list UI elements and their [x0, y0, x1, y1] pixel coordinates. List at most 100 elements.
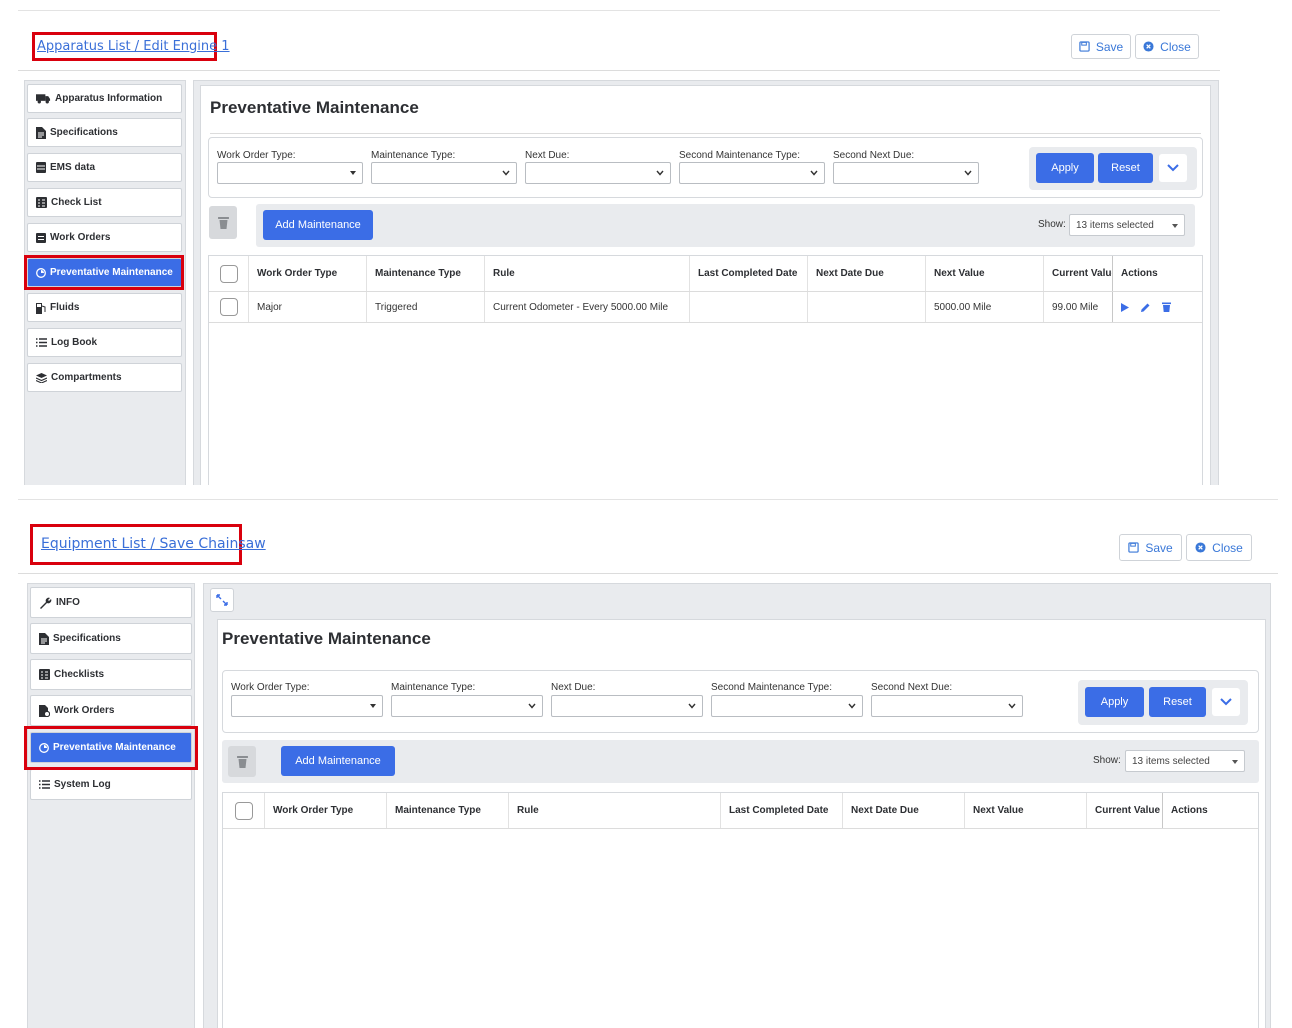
- select-all-checkbox[interactable]: [234, 801, 253, 820]
- sidebar-item-checklists[interactable]: Checklists: [30, 659, 192, 690]
- add-maintenance-button[interactable]: Add Maintenance: [281, 746, 395, 776]
- work-order-type-select[interactable]: [231, 695, 383, 717]
- truck-icon: [36, 94, 51, 104]
- breadcrumb-highlight: Apparatus List / Edit Engine 1: [32, 32, 230, 61]
- column-header[interactable]: Current Value: [1044, 256, 1113, 291]
- add-maintenance-button[interactable]: Add Maintenance: [263, 210, 373, 240]
- column-header[interactable]: Current Value: [1087, 793, 1163, 828]
- cell-last-completed: [690, 292, 808, 322]
- breadcrumb[interactable]: Apparatus List / Edit Engine 1: [35, 35, 230, 58]
- column-header[interactable]: Rule: [509, 793, 721, 828]
- page-title: Preventative Maintenance: [210, 98, 419, 117]
- second-next-due-select[interactable]: [833, 162, 979, 184]
- sidebar-item-log-book[interactable]: Log Book: [27, 328, 182, 357]
- chevron-down-icon: [848, 703, 856, 709]
- maintenance-table: Work Order Type Maintenance Type Rule La…: [208, 255, 1203, 485]
- work-order-type-label: Work Order Type:: [217, 150, 296, 161]
- next-due-select[interactable]: [525, 162, 671, 184]
- column-header[interactable]: Next Date Due: [843, 793, 965, 828]
- column-header[interactable]: Next Value: [926, 256, 1044, 291]
- second-next-due-label: Second Next Due:: [833, 150, 915, 161]
- column-header[interactable]: Work Order Type: [265, 793, 387, 828]
- sidebar-item-label: Checklists: [54, 669, 105, 680]
- delete-button[interactable]: [228, 746, 256, 777]
- chevron-down-icon: [1167, 164, 1179, 172]
- expand-filters-button[interactable]: [1212, 688, 1240, 716]
- maintenance-type-select[interactable]: [371, 162, 517, 184]
- list-icon: [36, 338, 47, 347]
- maintenance-type-select[interactable]: [391, 695, 543, 717]
- sidebar-item-info[interactable]: INFO: [30, 587, 192, 618]
- maintenance-card: Preventative Maintenance Work Order Type…: [217, 619, 1266, 1028]
- reset-button[interactable]: Reset: [1098, 153, 1153, 183]
- select-all-checkbox[interactable]: [219, 264, 238, 283]
- reset-button[interactable]: Reset: [1149, 687, 1206, 717]
- main-content: Preventative Maintenance Work Order Type…: [193, 80, 1219, 485]
- sidebar-item-compartments[interactable]: Compartments: [27, 363, 182, 392]
- trash-icon[interactable]: [1162, 302, 1171, 312]
- column-header[interactable]: Last Completed Date: [690, 256, 808, 291]
- close-button[interactable]: Close: [1135, 34, 1199, 59]
- next-due-label: Next Due:: [551, 682, 596, 693]
- show-items-select[interactable]: 13 items selected: [1125, 750, 1245, 772]
- second-next-due-select[interactable]: [871, 695, 1023, 717]
- next-due-select[interactable]: [551, 695, 703, 717]
- layers-icon: [36, 372, 47, 383]
- apply-button[interactable]: Apply: [1085, 687, 1144, 717]
- row-checkbox[interactable]: [219, 298, 238, 316]
- column-header[interactable]: Maintenance Type: [387, 793, 509, 828]
- second-maintenance-type-label: Second Maintenance Type:: [679, 150, 801, 161]
- sidebar-item-label: Specifications: [53, 633, 121, 644]
- chevron-down-icon: [964, 170, 972, 176]
- column-header[interactable]: Next Date Due: [808, 256, 926, 291]
- second-maintenance-type-select[interactable]: [711, 695, 863, 717]
- cell-rule: Current Odometer - Every 5000.00 Mile: [485, 292, 690, 322]
- chevron-down-icon: [688, 703, 696, 709]
- apply-button[interactable]: Apply: [1036, 153, 1094, 183]
- sidebar-item-work-orders[interactable]: Work Orders: [30, 695, 192, 726]
- second-maintenance-type-select[interactable]: [679, 162, 825, 184]
- table-header: Work Order Type Maintenance Type Rule La…: [209, 256, 1202, 292]
- chevron-down-icon: [528, 703, 536, 709]
- sidebar-item-label: Work Orders: [50, 232, 111, 243]
- sidebar: INFO Specifications Checklists Work Orde…: [27, 583, 195, 1028]
- pencil-icon[interactable]: [1141, 303, 1150, 312]
- sidebar-item-label: Log Book: [51, 337, 98, 348]
- sidebar-item-specifications[interactable]: Specifications: [27, 118, 182, 147]
- expand-filters-button[interactable]: [1159, 154, 1187, 182]
- page-header: Apparatus List / Edit Engine 1 Save Clos…: [18, 11, 1220, 71]
- sidebar-item-specifications[interactable]: Specifications: [30, 623, 192, 654]
- sidebar-item-fluids[interactable]: Fluids: [27, 293, 182, 322]
- show-items-select[interactable]: 13 items selected: [1069, 214, 1185, 236]
- list-box-icon: [36, 232, 46, 243]
- show-label: Show:: [1093, 755, 1121, 766]
- breadcrumb[interactable]: Equipment List / Save Chainsaw: [33, 527, 266, 562]
- cell-maintenance-type: Triggered: [367, 292, 485, 322]
- sidebar-item-check-list[interactable]: Check List: [27, 188, 182, 217]
- expand-button[interactable]: [210, 588, 234, 612]
- database-icon: [36, 162, 46, 173]
- close-button[interactable]: Close: [1186, 534, 1252, 561]
- sidebar-item-ems-data[interactable]: EMS data: [27, 153, 182, 182]
- delete-button[interactable]: [209, 206, 237, 239]
- column-header: Actions: [1121, 268, 1158, 279]
- floppy-disk-icon: [1128, 542, 1139, 553]
- work-order-icon: [39, 704, 50, 717]
- column-header[interactable]: Next Value: [965, 793, 1087, 828]
- save-button[interactable]: Save: [1071, 34, 1131, 59]
- title-divider: [210, 133, 1201, 134]
- work-order-type-select[interactable]: [217, 162, 363, 184]
- document-icon: [39, 632, 49, 645]
- column-header[interactable]: Last Completed Date: [721, 793, 843, 828]
- table-row[interactable]: Major Triggered Current Odometer - Every…: [209, 292, 1202, 323]
- column-header[interactable]: Maintenance Type: [367, 256, 485, 291]
- sidebar-item-work-orders[interactable]: Work Orders: [27, 223, 182, 252]
- sidebar-item-apparatus-information[interactable]: Apparatus Information: [27, 84, 182, 113]
- checklist-icon: [36, 197, 47, 208]
- column-header[interactable]: Work Order Type: [249, 256, 367, 291]
- sidebar-item-system-log[interactable]: System Log: [30, 769, 192, 800]
- column-header[interactable]: Rule: [485, 256, 690, 291]
- save-button[interactable]: Save: [1119, 534, 1182, 561]
- play-icon[interactable]: [1121, 302, 1129, 312]
- trash-icon: [236, 756, 248, 768]
